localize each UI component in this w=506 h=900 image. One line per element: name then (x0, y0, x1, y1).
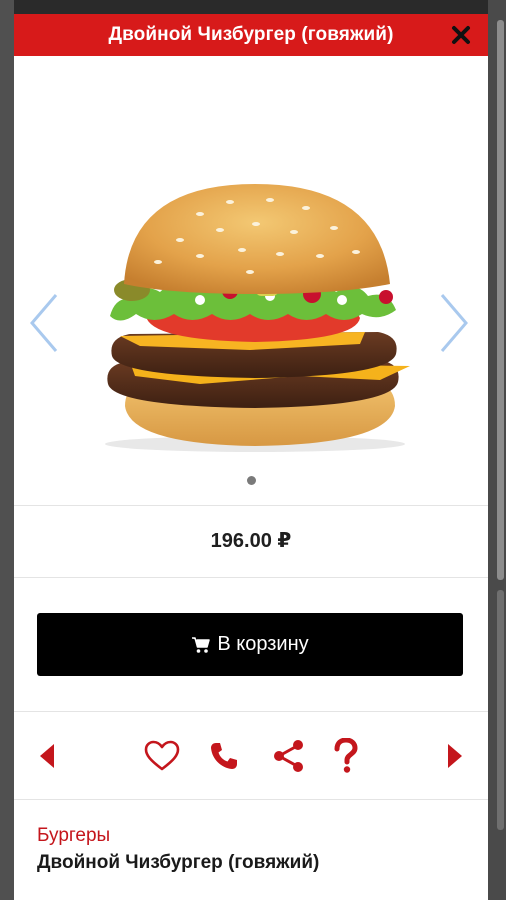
next-product-button[interactable] (440, 734, 470, 778)
background-page-left (0, 0, 14, 900)
close-icon (452, 26, 470, 44)
divider (14, 711, 488, 712)
product-category[interactable]: Бургеры (37, 825, 110, 847)
phone-icon (211, 743, 237, 769)
triangle-left-icon (40, 744, 54, 768)
burger-image (105, 184, 410, 452)
share-button[interactable] (266, 734, 310, 778)
background-scrollbar-track (497, 590, 504, 830)
modal-title: Двойной Чизбургер (говяжий) (108, 24, 394, 45)
image-gallery (14, 56, 488, 506)
background-scrollbar-thumb[interactable] (497, 20, 504, 580)
gallery-prev-button[interactable] (24, 291, 64, 355)
close-button[interactable] (446, 20, 476, 50)
chevron-left-icon (30, 294, 58, 352)
divider (14, 505, 488, 506)
favorite-button[interactable] (140, 734, 184, 778)
help-button[interactable] (328, 734, 364, 778)
product-modal: Двойной Чизбургер (говяжий) 196.00 ₽ В к… (14, 14, 488, 900)
product-price: 196.00 ₽ (210, 530, 292, 552)
add-to-cart-label: В корзину (217, 633, 309, 655)
gallery-next-button[interactable] (434, 291, 474, 355)
question-icon (334, 738, 358, 773)
divider (14, 577, 488, 578)
pagination-dot-active[interactable] (246, 476, 256, 485)
action-bar (14, 734, 488, 778)
cart-icon (192, 636, 211, 653)
heart-icon (144, 740, 180, 771)
divider (14, 799, 488, 800)
add-to-cart-button[interactable]: В корзину (37, 613, 463, 676)
product-name: Двойной Чизбургер (говяжий) (37, 852, 320, 873)
modal-header: Двойной Чизбургер (говяжий) (14, 14, 488, 56)
gallery-pagination (14, 476, 488, 485)
prev-product-button[interactable] (32, 734, 62, 778)
call-button[interactable] (204, 734, 244, 778)
chevron-right-icon (440, 294, 468, 352)
triangle-right-icon (448, 744, 462, 768)
share-icon (274, 740, 303, 772)
